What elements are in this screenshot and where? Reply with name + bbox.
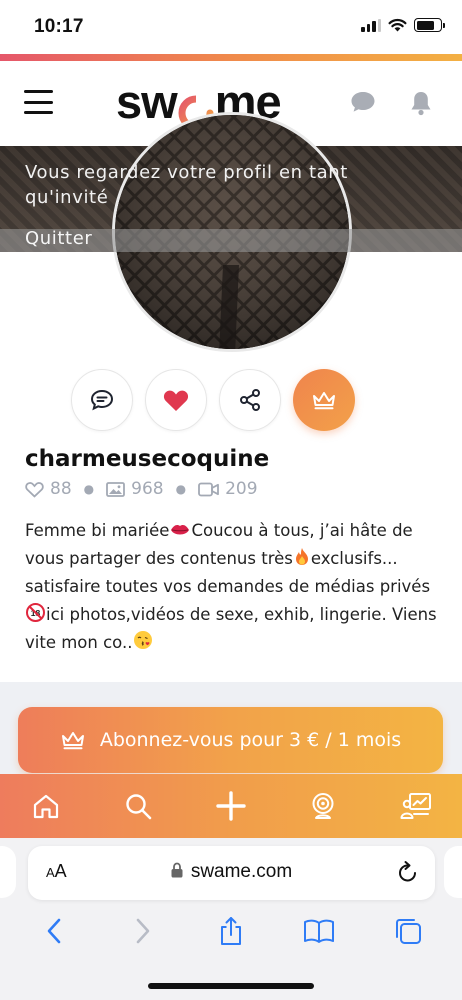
plus-icon (216, 791, 246, 821)
profile-bio: Femme bi mariée Coucou à tous, j’ai hâte… (25, 517, 445, 657)
no-under-18-emoji: 18 (26, 603, 45, 622)
battery-icon (414, 18, 445, 32)
cellular-signal-icon (361, 18, 381, 32)
likes-stat: 88 (25, 479, 72, 499)
webcam-icon (312, 793, 334, 819)
reload-icon[interactable] (397, 860, 419, 884)
bell-icon[interactable] (409, 90, 433, 116)
nav-search[interactable] (109, 776, 169, 836)
address-text[interactable]: swame.com (28, 861, 435, 883)
tabs-icon (395, 919, 421, 944)
bookmarks-button[interactable] (294, 906, 344, 956)
dashboard-icon (400, 793, 431, 819)
address-bar[interactable]: AA swame.com (28, 846, 435, 900)
bottom-nav (0, 774, 462, 838)
menu-icon[interactable] (24, 90, 53, 114)
next-tab-pill[interactable] (444, 846, 462, 898)
browser-toolbar (0, 905, 462, 957)
nav-dashboard[interactable] (386, 776, 446, 836)
fire-emoji (295, 548, 308, 565)
guest-view-notice: Vous regardez votre profil en tant qu'in… (25, 162, 348, 208)
nav-home[interactable] (16, 776, 76, 836)
chat-icon[interactable] (350, 91, 376, 113)
subscribe-crown-button[interactable] (293, 369, 355, 431)
crown-icon (61, 732, 84, 750)
photos-stat: 968 (106, 479, 164, 499)
status-icons (361, 18, 445, 32)
crown-icon (313, 392, 335, 410)
search-icon (126, 793, 152, 819)
quit-guest-view-link[interactable]: Quitter (25, 228, 92, 249)
heart-outline-icon (25, 481, 44, 498)
message-icon (90, 389, 114, 411)
video-camera-icon (198, 482, 219, 496)
back-icon (47, 918, 61, 944)
separator-dot: ● (83, 482, 95, 496)
status-bar: 10:17 (0, 0, 462, 54)
tabs-button[interactable] (383, 906, 433, 956)
subscribe-label: Abonnez-vous pour 3 € / 1 mois (99, 729, 402, 751)
nav-create[interactable] (201, 776, 261, 836)
brand-stripe (0, 54, 462, 61)
lock-icon (171, 862, 183, 878)
home-indicator (148, 983, 314, 989)
separator-dot: ● (175, 482, 187, 496)
home-icon (34, 794, 59, 819)
videos-stat: 209 (198, 479, 258, 499)
share-icon (240, 389, 260, 411)
bookmarks-icon (304, 919, 335, 943)
bio-text-4: ici photos,vidéos de sexe, exhib, linger… (25, 605, 437, 652)
lips-emoji (171, 525, 190, 535)
kiss-face-emoji (134, 631, 153, 649)
url-text: swame.com (190, 861, 293, 882)
like-button[interactable] (145, 369, 207, 431)
message-button[interactable] (71, 369, 133, 431)
share-icon (220, 917, 241, 945)
back-button[interactable] (29, 906, 79, 956)
profile-username: charmeusecoquine (25, 446, 270, 472)
share-page-button[interactable] (206, 906, 256, 956)
share-button[interactable] (219, 369, 281, 431)
videos-count: 209 (225, 479, 258, 499)
subscribe-button[interactable]: Abonnez-vous pour 3 € / 1 mois (18, 707, 443, 773)
forward-icon (136, 918, 149, 944)
forward-button[interactable] (118, 906, 168, 956)
nav-live[interactable] (293, 776, 353, 836)
quit-guest-view-bar[interactable]: Quitter (0, 228, 462, 252)
wifi-icon (388, 18, 407, 32)
logo-text-left: sw (116, 74, 178, 128)
previous-tab-pill[interactable] (0, 846, 16, 898)
photos-count: 968 (131, 479, 164, 499)
profile-stats: 88 ● 968 ● 209 (25, 479, 258, 499)
bio-text-1: Femme bi mariée (25, 521, 170, 540)
likes-count: 88 (50, 479, 72, 499)
heart-icon (163, 390, 189, 411)
status-time: 10:17 (34, 16, 84, 37)
image-icon (106, 481, 126, 497)
